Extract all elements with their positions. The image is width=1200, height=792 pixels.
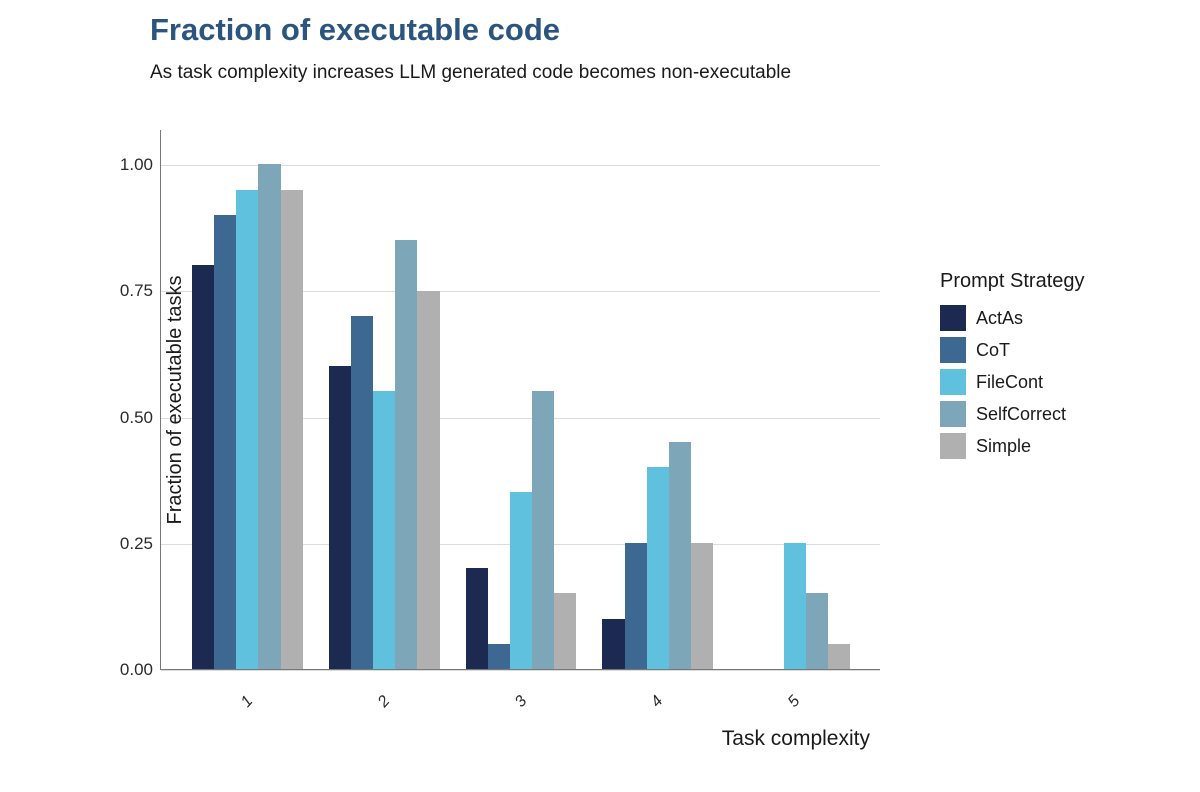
bar-cot (625, 543, 647, 669)
bar-selfcorrect (395, 240, 417, 669)
y-tick-label: 0.00 (103, 660, 153, 680)
legend-title: Prompt Strategy (940, 270, 1085, 293)
x-axis-label: Task complexity (161, 727, 880, 751)
bar-selfcorrect (669, 442, 691, 669)
x-tick-label: 1 (232, 693, 262, 711)
legend-label: CoT (976, 340, 1010, 361)
x-tick-label: 4 (643, 693, 673, 711)
bar-simple (554, 593, 576, 669)
bar-cot (351, 316, 373, 669)
y-tick-label: 0.75 (103, 281, 153, 301)
legend-item-selfcorrect: SelfCorrect (940, 401, 1085, 427)
legend-swatch (940, 401, 966, 427)
bar-actas (466, 568, 488, 669)
legend-swatch (940, 369, 966, 395)
bar-selfcorrect (258, 164, 280, 669)
y-tick-label: 1.00 (103, 155, 153, 175)
bar-filecont (647, 467, 669, 669)
bar-cot (214, 215, 236, 669)
legend-swatch (940, 305, 966, 331)
bar-filecont (784, 543, 806, 669)
bar-actas (329, 366, 351, 669)
legend-item-actas: ActAs (940, 305, 1085, 331)
legend: Prompt Strategy ActAs CoT FileCont SelfCorr… (940, 270, 1085, 465)
legend-item-filecont: FileCont (940, 369, 1085, 395)
bar-filecont (373, 391, 395, 669)
legend-swatch (940, 337, 966, 363)
x-tick-label: 5 (780, 693, 810, 711)
bar-simple (691, 543, 713, 669)
legend-label: SelfCorrect (976, 404, 1066, 425)
chart-subtitle: As task complexity increases LLM generat… (150, 62, 791, 84)
y-tick-label: 0.50 (103, 408, 153, 428)
bar-selfcorrect (806, 593, 828, 669)
chart-container: Fraction of executable code As task comp… (0, 0, 1200, 792)
bar-selfcorrect (532, 391, 554, 669)
bar-simple (417, 291, 439, 670)
legend-items: ActAs CoT FileCont SelfCorrect Simple (940, 305, 1085, 459)
bar-filecont (236, 190, 258, 669)
x-tick-label: 2 (369, 693, 399, 711)
x-tick-label: 3 (506, 693, 536, 711)
legend-item-simple: Simple (940, 433, 1085, 459)
bar-simple (281, 190, 303, 669)
legend-label: FileCont (976, 372, 1043, 393)
plot-inner: 0.000.250.500.751.0012345 (161, 130, 880, 669)
bar-simple (828, 644, 850, 669)
y-tick-label: 0.25 (103, 534, 153, 554)
legend-swatch (940, 433, 966, 459)
legend-item-cot: CoT (940, 337, 1085, 363)
bar-actas (602, 619, 624, 669)
legend-label: Simple (976, 436, 1031, 457)
y-axis-label: Fraction of executable tasks (164, 275, 187, 524)
bar-cot (488, 644, 510, 669)
gridline (161, 670, 880, 671)
legend-label: ActAs (976, 308, 1023, 329)
bar-actas (192, 265, 214, 669)
bar-filecont (510, 492, 532, 669)
chart-title: Fraction of executable code (150, 12, 560, 48)
plot-area: 0.000.250.500.751.0012345 Fraction of ex… (160, 130, 880, 670)
